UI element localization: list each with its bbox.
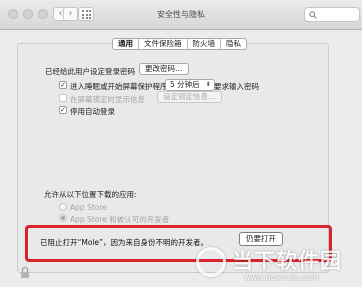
require-password-checkbox[interactable]: ✓ <box>59 81 67 89</box>
chevron-updown-icon: ⬍ <box>205 81 211 88</box>
preferences-window: ‹ › 安全性与隐私 通用 文件保险箱 防火墙 隐私 已经给此用户设定登录密码 … <box>0 0 362 287</box>
blocked-app-message: 已阻止打开“Mole”，因为来自身份不明的开发者。 <box>40 238 209 247</box>
disable-autologin-label: 停用自动登录 <box>70 107 115 116</box>
require-password-suffix: 要求输入密码 <box>214 82 259 91</box>
set-lock-message-button[interactable]: 设定锁定信息… <box>157 91 222 103</box>
show-message-checkbox[interactable] <box>59 94 67 102</box>
radio-app-store-label: App Store <box>70 203 107 212</box>
tab-bar: 通用 文件保险箱 防火墙 隐私 <box>112 38 247 50</box>
tab-privacy[interactable]: 隐私 <box>221 39 246 49</box>
watermark-brand: 当下软件园 <box>232 249 342 273</box>
downloads-heading: 允许从以下位置下载的应用: <box>44 190 137 199</box>
radio-identified-developers-label: App Store 和被认可的开发者 <box>70 215 170 224</box>
lock-icon[interactable] <box>20 266 30 279</box>
tab-general[interactable]: 通用 <box>113 39 139 49</box>
disable-autologin-checkbox[interactable]: ✓ <box>59 106 67 114</box>
password-delay-value: 5 分钟后 <box>170 80 200 89</box>
radio-identified-developers[interactable] <box>59 214 67 222</box>
change-password-button[interactable]: 更改密码… <box>139 63 189 75</box>
search-field[interactable] <box>304 7 360 22</box>
show-message-label: 在屏幕锁定时显示信息 <box>70 95 145 104</box>
search-icon <box>309 11 317 19</box>
title-bar: ‹ › 安全性与隐私 <box>0 0 362 30</box>
tab-firewall[interactable]: 防火墙 <box>188 39 221 49</box>
require-password-label: 进入睡眠或开始屏幕保护程序 <box>70 82 168 91</box>
radio-app-store[interactable] <box>59 203 67 211</box>
tab-filevault[interactable]: 文件保险箱 <box>139 39 188 49</box>
watermark-circle-icon <box>196 247 226 277</box>
password-set-label: 已经给此用户设定登录密码 <box>45 67 135 76</box>
password-delay-select[interactable]: 5 分钟后 ⬍ <box>165 79 215 91</box>
watermark-url: www.downxia.com <box>244 273 319 282</box>
watermark-logo: 当下软件园 www.downxia.com <box>196 241 362 287</box>
